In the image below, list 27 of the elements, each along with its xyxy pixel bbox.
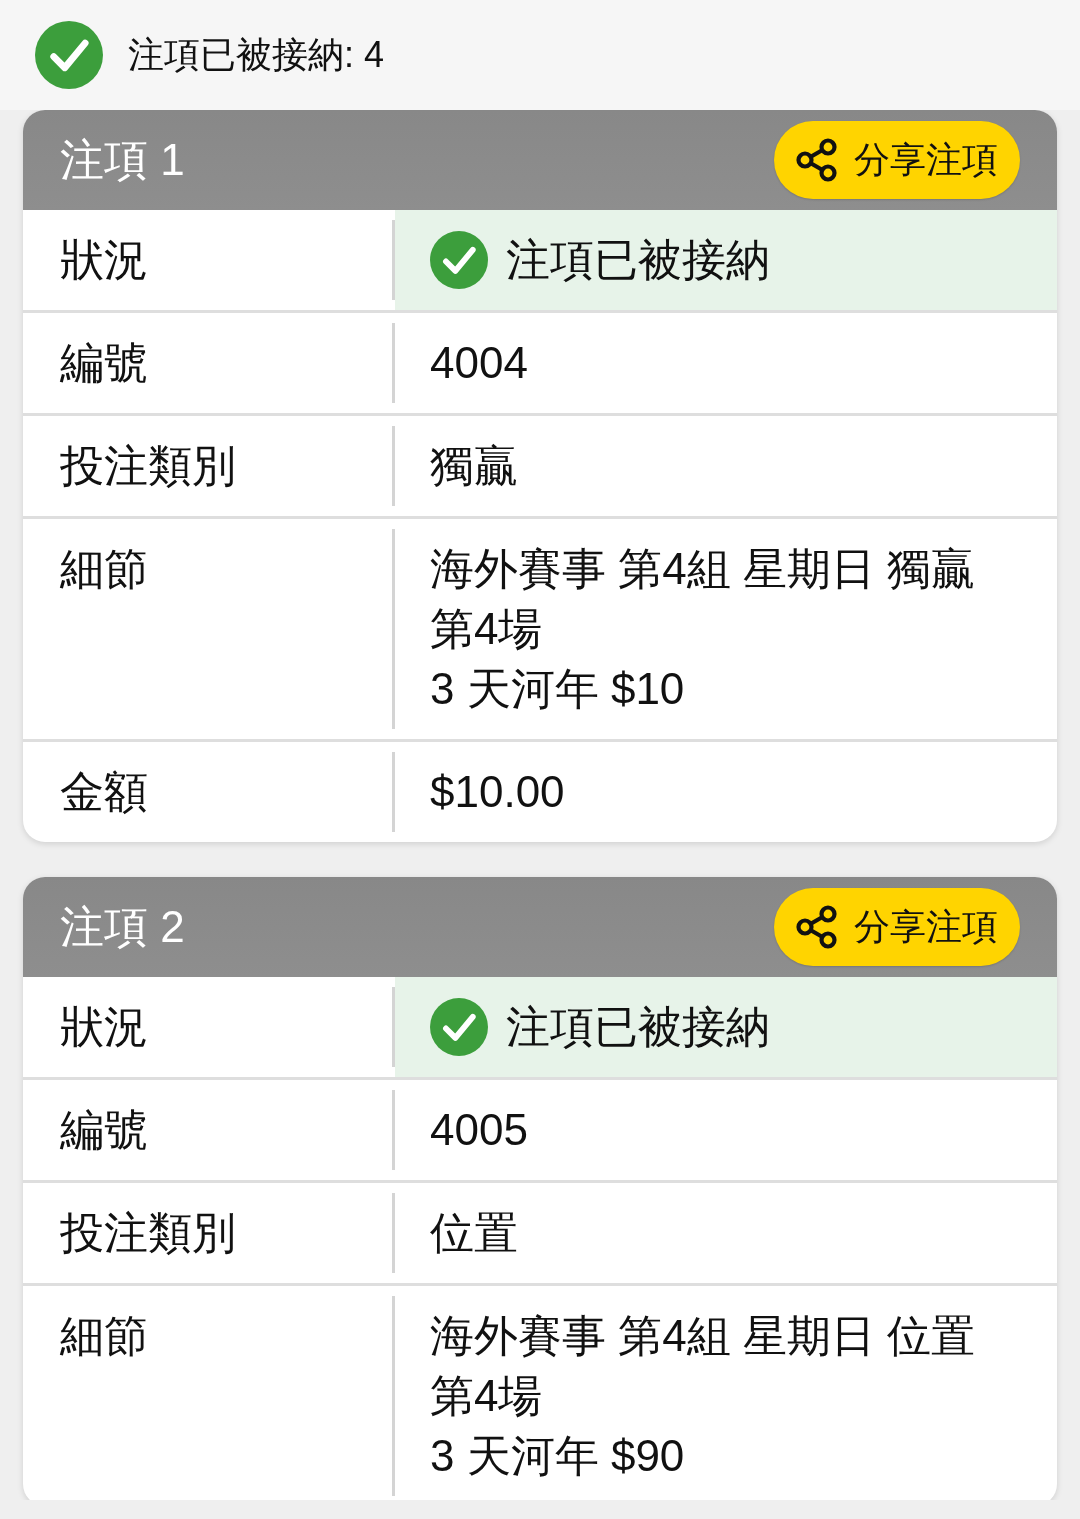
row-label: 投注類別	[60, 441, 236, 490]
row-value: $10.00	[430, 766, 565, 818]
detail-line: 3 天河年 $10	[430, 663, 686, 715]
row-label: 狀況	[60, 1002, 148, 1051]
detail-line: 海外賽事 第4組 星期日 獨贏	[430, 543, 977, 595]
detail-line: 3 天河年 $90	[430, 1430, 686, 1482]
detail-line: 第4場	[430, 1370, 544, 1422]
card-title: 注項 2	[60, 901, 185, 953]
status-text: 注項已被接納	[506, 234, 770, 286]
row-label: 編號	[60, 338, 148, 387]
row-value: 4004	[430, 337, 528, 389]
row-label: 細節	[60, 1311, 148, 1360]
row-value: 4005	[430, 1104, 528, 1156]
row-value: 獨贏	[430, 440, 518, 492]
detail-line: 第4場	[430, 603, 544, 655]
row-value: 位置	[430, 1207, 518, 1259]
card-title: 注項 1	[60, 134, 185, 186]
row-label: 狀況	[60, 235, 148, 284]
share-button[interactable]: 分享注項	[774, 121, 1020, 199]
detail-line: 海外賽事 第4組 星期日 位置	[430, 1310, 977, 1362]
summary-text: 注項已被接納: 4	[128, 33, 385, 77]
row-label: 投注類別	[60, 1208, 236, 1257]
status-text: 注項已被接納	[506, 1001, 770, 1053]
row-label: 細節	[60, 544, 148, 593]
share-button[interactable]: 分享注項	[774, 888, 1020, 966]
row-label: 編號	[60, 1105, 148, 1154]
row-label: 金額	[60, 767, 148, 816]
